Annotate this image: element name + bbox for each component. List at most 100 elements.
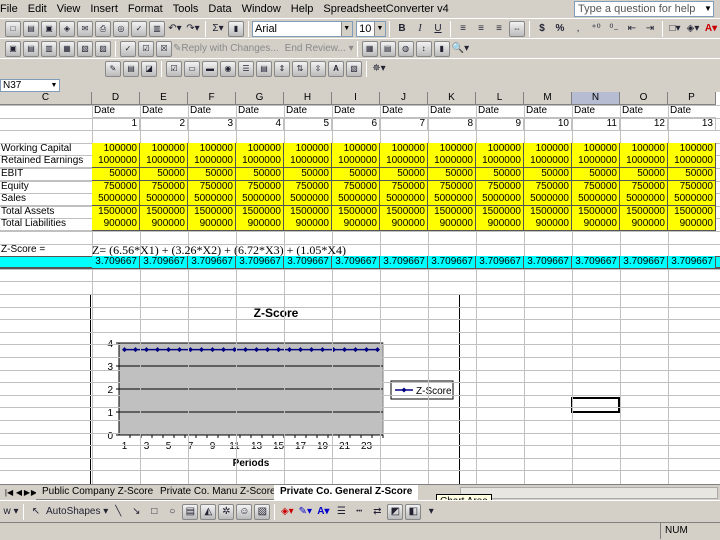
input-value-cell[interactable]: 900000 bbox=[572, 218, 620, 231]
date-header-cell[interactable]: Date bbox=[236, 105, 284, 118]
menu-spreadsheetconverter[interactable]: SpreadsheetConverter v4 bbox=[318, 0, 453, 18]
input-value-cell[interactable]: 50000 bbox=[140, 168, 188, 181]
listbox-control-icon[interactable]: ☰ bbox=[238, 60, 254, 77]
date-header-cell[interactable]: Date bbox=[476, 105, 524, 118]
permission-icon[interactable]: ◈ bbox=[59, 20, 75, 37]
sheet-tab-private-general[interactable]: Private Co. General Z-Score bbox=[274, 485, 419, 500]
rectangle-icon[interactable]: □ bbox=[146, 504, 162, 520]
input-value-cell[interactable]: 1000000 bbox=[188, 155, 236, 168]
input-value-cell[interactable]: 1000000 bbox=[236, 155, 284, 168]
bold-button[interactable]: B bbox=[394, 21, 410, 37]
shadow-icon[interactable]: ◩ bbox=[387, 503, 404, 520]
open-folder-icon[interactable]: ▤ bbox=[23, 20, 39, 37]
web-icon[interactable]: ◍ bbox=[397, 40, 414, 57]
column-header-f[interactable]: F bbox=[188, 92, 236, 105]
date-header-cell[interactable]: Date bbox=[572, 105, 620, 118]
input-value-cell[interactable]: 5000000 bbox=[476, 193, 524, 206]
draw-table-icon[interactable]: ▦ bbox=[361, 40, 378, 57]
new-file-icon[interactable]: □ bbox=[5, 20, 21, 37]
wordart-icon[interactable]: ◭ bbox=[200, 503, 217, 520]
draw-menu-button[interactable]: w ▾ bbox=[3, 504, 19, 520]
sheet-tab-private-manu[interactable]: Private Co. Manu Z-Score bbox=[154, 485, 282, 500]
period-number-cell[interactable]: 13 bbox=[668, 118, 716, 131]
scrollbar-control-icon[interactable]: ⇳ bbox=[310, 60, 326, 77]
period-number-cell[interactable]: 3 bbox=[188, 118, 236, 131]
input-value-cell[interactable]: 50000 bbox=[572, 168, 620, 181]
input-value-cell[interactable]: 900000 bbox=[332, 218, 380, 231]
textbox-icon[interactable]: ▤ bbox=[182, 503, 199, 520]
input-value-cell[interactable]: 1000000 bbox=[572, 155, 620, 168]
zscore-value-cell[interactable]: 3.709667 bbox=[92, 256, 140, 269]
arrow-icon[interactable]: ↘ bbox=[128, 504, 144, 520]
decrease-indent-icon[interactable]: ⇤ bbox=[624, 21, 640, 37]
chevron-down-icon[interactable]: ▼ bbox=[340, 21, 352, 36]
sort-icon[interactable]: ↕ bbox=[415, 40, 432, 57]
input-value-cell[interactable]: 50000 bbox=[428, 168, 476, 181]
review-6-icon[interactable]: ▨ bbox=[95, 40, 111, 57]
input-value-cell[interactable]: 1000000 bbox=[476, 155, 524, 168]
period-number-cell[interactable]: 11 bbox=[572, 118, 620, 131]
input-value-cell[interactable]: 50000 bbox=[188, 168, 236, 181]
row-label[interactable]: EBIT bbox=[0, 168, 92, 181]
menu-edit[interactable]: Edit bbox=[23, 0, 52, 18]
input-value-cell[interactable]: 900000 bbox=[428, 218, 476, 231]
redo-icon[interactable]: ↷▾ bbox=[185, 21, 201, 37]
input-value-cell[interactable]: 900000 bbox=[380, 218, 428, 231]
input-value-cell[interactable]: 50000 bbox=[332, 168, 380, 181]
3d-icon[interactable]: ◧ bbox=[405, 503, 422, 520]
zscore-value-cell[interactable]: 3.709667 bbox=[476, 256, 524, 269]
date-header-cell[interactable]: Date bbox=[380, 105, 428, 118]
arrow-style-icon[interactable]: ⇄ bbox=[369, 504, 385, 520]
row-label[interactable]: Total Liabilities bbox=[0, 218, 92, 231]
period-number-cell[interactable]: 4 bbox=[236, 118, 284, 131]
column-header-l[interactable]: L bbox=[476, 92, 524, 105]
autosum-button[interactable]: Σ ▾ bbox=[210, 21, 226, 37]
print-preview-icon[interactable]: ◎ bbox=[113, 20, 129, 37]
period-number-cell[interactable]: 1 bbox=[92, 118, 140, 131]
merge-center-icon[interactable]: ⇔ bbox=[509, 20, 525, 37]
italic-button[interactable]: I bbox=[412, 21, 428, 37]
zscore-value-cell[interactable]: 3.709667 bbox=[332, 256, 380, 269]
input-value-cell[interactable]: 1000000 bbox=[92, 155, 140, 168]
date-header-cell[interactable]: Date bbox=[92, 105, 140, 118]
menu-format[interactable]: Format bbox=[123, 0, 168, 18]
chart-icon[interactable]: ▮ bbox=[433, 40, 450, 57]
input-value-cell[interactable]: 1000000 bbox=[668, 155, 716, 168]
decrease-decimal-icon[interactable]: ⁰₋ bbox=[606, 21, 622, 37]
column-header-d[interactable]: D bbox=[92, 92, 140, 105]
zscore-value-cell[interactable]: 3.709667 bbox=[572, 256, 620, 269]
menu-tools[interactable]: Tools bbox=[168, 0, 204, 18]
label-control-icon[interactable]: A bbox=[328, 60, 344, 77]
column-header-c[interactable]: C bbox=[0, 92, 92, 105]
input-value-cell[interactable]: 50000 bbox=[524, 168, 572, 181]
horizontal-scrollbar[interactable] bbox=[460, 487, 718, 499]
input-value-cell[interactable]: 900000 bbox=[284, 218, 332, 231]
worksheet-grid[interactable]: CDEFGHIJKLMNOP Z-Score 0 1 2 3 4 1 3 5 7 9 11 13 15 17… bbox=[0, 92, 720, 484]
column-header-i[interactable]: I bbox=[332, 92, 380, 105]
input-value-cell[interactable]: 5000000 bbox=[236, 193, 284, 206]
email-icon[interactable]: ✉ bbox=[77, 20, 93, 37]
borders-icon[interactable]: □▾ bbox=[667, 21, 683, 37]
column-header-j[interactable]: J bbox=[380, 92, 428, 105]
zscore-value-cell[interactable]: 3.709667 bbox=[188, 256, 236, 269]
name-box[interactable]: N37 ▼ bbox=[0, 78, 60, 92]
input-value-cell[interactable]: 50000 bbox=[236, 168, 284, 181]
accept-icon[interactable]: ☑ bbox=[138, 40, 154, 57]
picture-icon[interactable]: ▧ bbox=[254, 503, 271, 520]
currency-button[interactable]: $ bbox=[534, 21, 550, 37]
row-label[interactable]: Retained Earnings bbox=[0, 155, 92, 168]
research-icon[interactable]: ▥ bbox=[149, 20, 165, 37]
button-control-icon[interactable]: ▬ bbox=[202, 60, 218, 77]
menu-help[interactable]: Help bbox=[286, 0, 319, 18]
column-header-o[interactable]: O bbox=[620, 92, 668, 105]
period-number-cell[interactable]: 8 bbox=[428, 118, 476, 131]
zscore-chart[interactable]: Z-Score 0 1 2 3 4 1 3 5 7 9 11 13 15 17 19 21 23 Periods Z-… bbox=[90, 294, 460, 484]
zscore-value-cell[interactable]: 3.709667 bbox=[668, 256, 716, 269]
column-header-m[interactable]: M bbox=[524, 92, 572, 105]
period-number-cell[interactable]: 9 bbox=[476, 118, 524, 131]
period-number-cell[interactable]: 5 bbox=[284, 118, 332, 131]
align-right-icon[interactable]: ≡ bbox=[491, 21, 507, 37]
input-value-cell[interactable]: 5000000 bbox=[332, 193, 380, 206]
input-value-cell[interactable]: 5000000 bbox=[524, 193, 572, 206]
input-value-cell[interactable]: 50000 bbox=[92, 168, 140, 181]
